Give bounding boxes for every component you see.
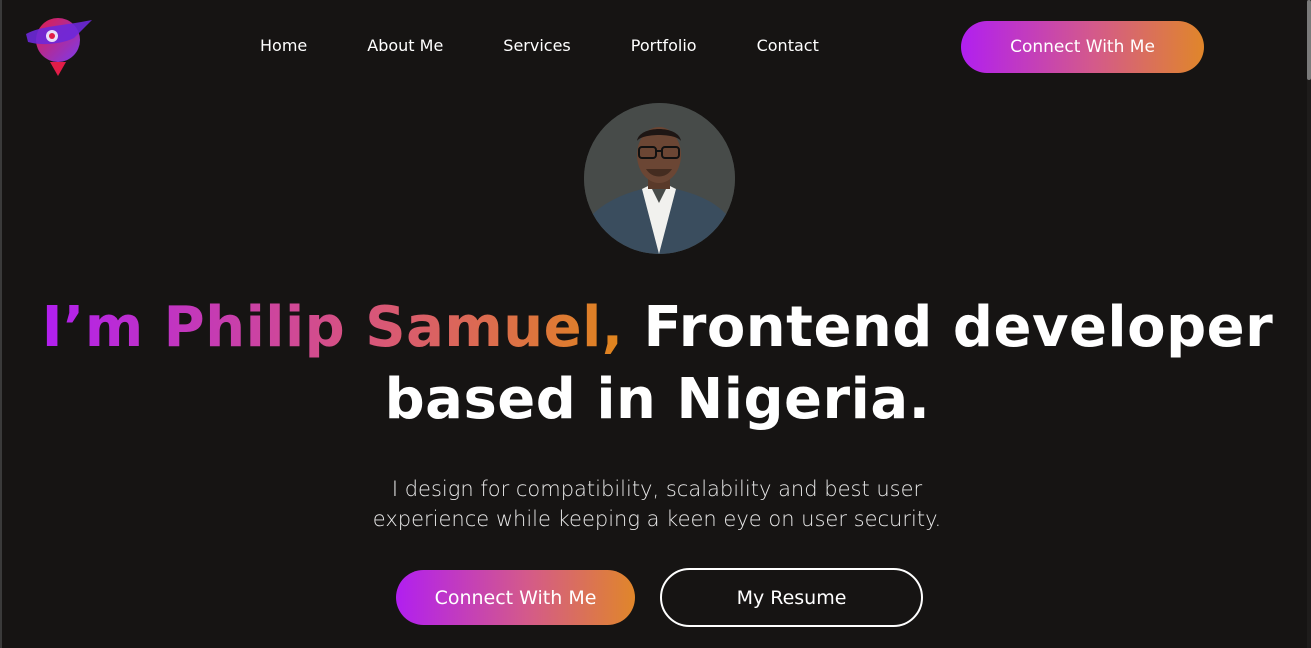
profile-photo xyxy=(584,103,735,254)
hero-title: I’m Philip Samuel, Frontend developer ba… xyxy=(2,292,1311,436)
resume-button[interactable]: My Resume xyxy=(660,568,923,627)
hero-connect-button[interactable]: Connect With Me xyxy=(396,570,635,625)
nav-link-services[interactable]: Services xyxy=(503,36,570,55)
scrollbar-thumb[interactable] xyxy=(1307,0,1311,80)
logo-icon[interactable] xyxy=(22,12,98,80)
scrollbar[interactable] xyxy=(1307,0,1311,648)
hero-title-highlight: I’m Philip Samuel, xyxy=(41,295,624,360)
navbar: Home About Me Services Portfolio Contact… xyxy=(2,0,1309,96)
nav-connect-button[interactable]: Connect With Me xyxy=(961,21,1204,73)
hero-subtitle: I design for compatibility, scalability … xyxy=(372,477,942,531)
nav-link-contact[interactable]: Contact xyxy=(757,36,819,55)
nav-link-home[interactable]: Home xyxy=(260,36,307,55)
nav-links: Home About Me Services Portfolio Contact xyxy=(260,36,819,55)
page: Home About Me Services Portfolio Contact… xyxy=(0,0,1311,648)
nav-link-about-me[interactable]: About Me xyxy=(367,36,443,55)
nav-link-portfolio[interactable]: Portfolio xyxy=(631,36,697,55)
